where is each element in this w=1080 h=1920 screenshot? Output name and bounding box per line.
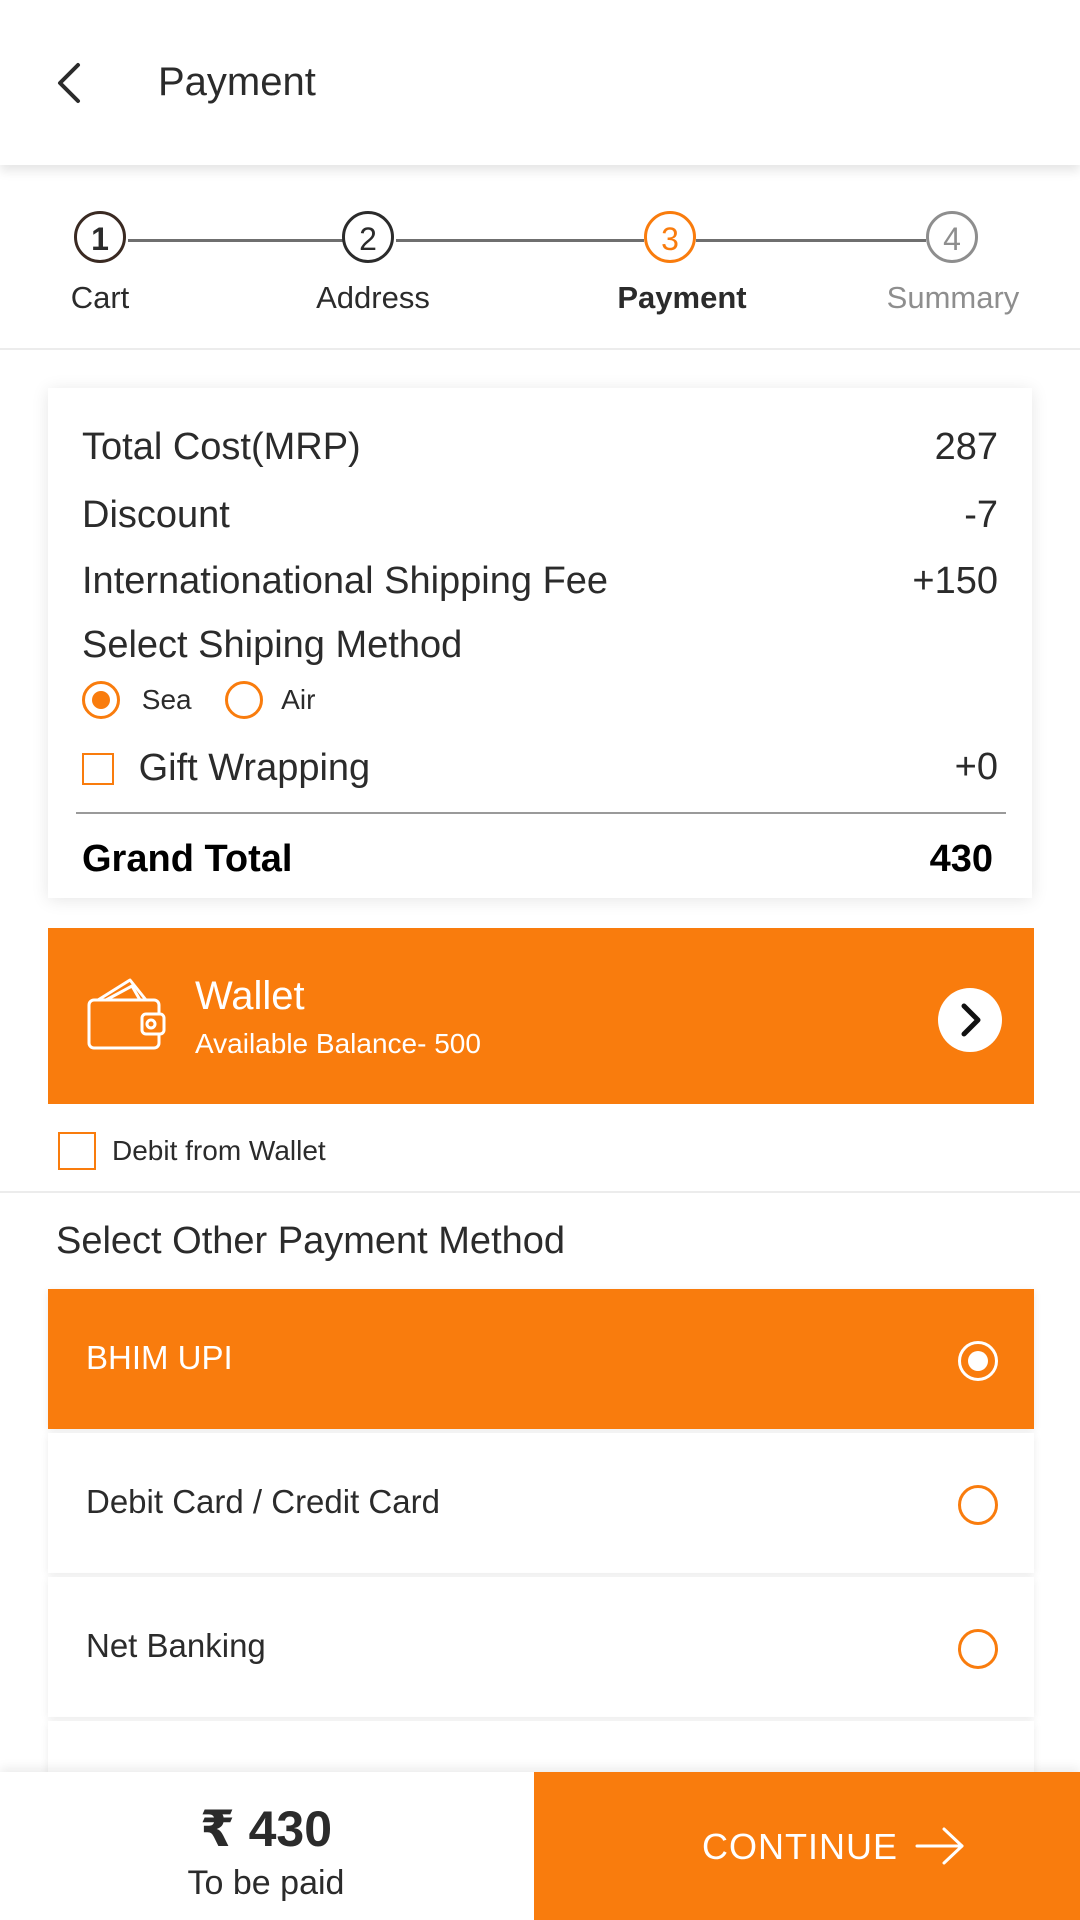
payment-option-radio[interactable] bbox=[958, 1485, 998, 1525]
discount-row: Discount -7 bbox=[82, 494, 998, 537]
chevron-left-icon bbox=[58, 63, 80, 103]
payment-option-label: Debit Card / Credit Card bbox=[86, 1483, 440, 1520]
shipping-fee-label: Internationational Shipping Fee bbox=[82, 560, 609, 602]
step-connector bbox=[128, 239, 344, 242]
payment-option-card[interactable]: Debit Card / Credit Card bbox=[48, 1433, 1034, 1573]
order-summary-card: Total Cost(MRP) 287 Discount -7 Internat… bbox=[48, 388, 1032, 898]
app-header: Payment bbox=[0, 0, 1080, 165]
grand-total-value: 430 bbox=[929, 838, 993, 880]
gift-wrapping-label: Gift Wrapping bbox=[138, 747, 371, 790]
shipping-air-radio[interactable] bbox=[225, 681, 264, 719]
grand-total-row: Grand Total 430 bbox=[82, 838, 998, 881]
shipping-fee-row: Internationational Shipping Fee +150 bbox=[82, 560, 998, 603]
step-1-circle[interactable]: 1 bbox=[74, 211, 126, 263]
chevron-right-icon bbox=[961, 1003, 981, 1037]
total-cost-row: Total Cost(MRP) 287 bbox=[82, 426, 998, 469]
step-connector bbox=[396, 239, 644, 242]
page-title: Payment bbox=[158, 60, 316, 104]
gift-wrapping-row: Gift Wrapping +0 bbox=[82, 746, 998, 790]
payment-option-radio[interactable] bbox=[958, 1341, 998, 1381]
step-2-label: Address bbox=[316, 280, 430, 315]
wallet-open-button[interactable] bbox=[938, 988, 1002, 1052]
section-divider bbox=[0, 1191, 1080, 1193]
arrow-right-icon bbox=[915, 1827, 964, 1865]
amount-to-pay-caption: To be paid bbox=[187, 1864, 345, 1902]
continue-button[interactable]: CONTINUE bbox=[534, 1772, 1080, 1920]
wallet-balance: Available Balance- 500 bbox=[195, 1028, 481, 1059]
payment-option-label: Net Banking bbox=[86, 1627, 266, 1664]
debit-from-wallet-row[interactable]: Debit from Wallet bbox=[58, 1132, 326, 1170]
wallet-card[interactable]: Wallet Available Balance- 500 bbox=[48, 928, 1034, 1104]
summary-divider bbox=[76, 812, 1006, 814]
step-1-label: Cart bbox=[70, 280, 130, 315]
step-3-label: Payment bbox=[617, 280, 747, 315]
shipping-air-label: Air bbox=[281, 684, 316, 715]
debit-from-wallet-label: Debit from Wallet bbox=[112, 1135, 326, 1166]
step-connector bbox=[696, 239, 926, 242]
shipping-method-row: Select Shiping Method bbox=[82, 624, 998, 667]
gift-wrapping-checkbox[interactable] bbox=[82, 752, 114, 785]
debit-from-wallet-checkbox[interactable] bbox=[58, 1132, 96, 1170]
shipping-method-label: Select Shiping Method bbox=[82, 624, 463, 666]
shipping-method-options: Sea Air bbox=[82, 681, 315, 719]
total-cost-label: Total Cost(MRP) bbox=[82, 426, 361, 468]
payment-option-radio[interactable] bbox=[958, 1629, 998, 1669]
payment-option-label: BHIM UPI bbox=[86, 1339, 233, 1376]
payment-option-bhim-upi[interactable]: BHIM UPI bbox=[48, 1289, 1034, 1429]
other-payment-title: Select Other Payment Method bbox=[56, 1220, 566, 1262]
payment-option-net-banking[interactable]: Net Banking bbox=[48, 1577, 1034, 1717]
discount-label: Discount bbox=[82, 494, 230, 536]
wallet-icon bbox=[87, 978, 166, 1050]
grand-total-label: Grand Total bbox=[82, 838, 293, 880]
step-4-circle[interactable]: 4 bbox=[926, 211, 978, 263]
shipping-sea-radio[interactable] bbox=[82, 681, 120, 719]
checkout-stepper: 1 2 3 4 Cart Address Payment Summary bbox=[0, 165, 1080, 350]
discount-value: -7 bbox=[964, 494, 998, 536]
shipping-fee-value: +150 bbox=[912, 560, 998, 602]
step-4-label: Summary bbox=[886, 280, 1020, 315]
amount-to-pay: ₹ 430 bbox=[199, 1801, 333, 1857]
back-button[interactable] bbox=[48, 55, 92, 111]
shipping-sea-label: Sea bbox=[141, 684, 192, 715]
checkout-footer: ₹ 430 To be paid CONTINUE bbox=[0, 1772, 1080, 1920]
step-2-circle[interactable]: 2 bbox=[342, 211, 394, 263]
step-3-circle[interactable]: 3 bbox=[644, 211, 696, 263]
wallet-title: Wallet bbox=[195, 974, 305, 1018]
continue-label: CONTINUE bbox=[702, 1826, 898, 1867]
gift-wrapping-value: +0 bbox=[954, 746, 998, 788]
total-cost-value: 287 bbox=[934, 426, 998, 468]
